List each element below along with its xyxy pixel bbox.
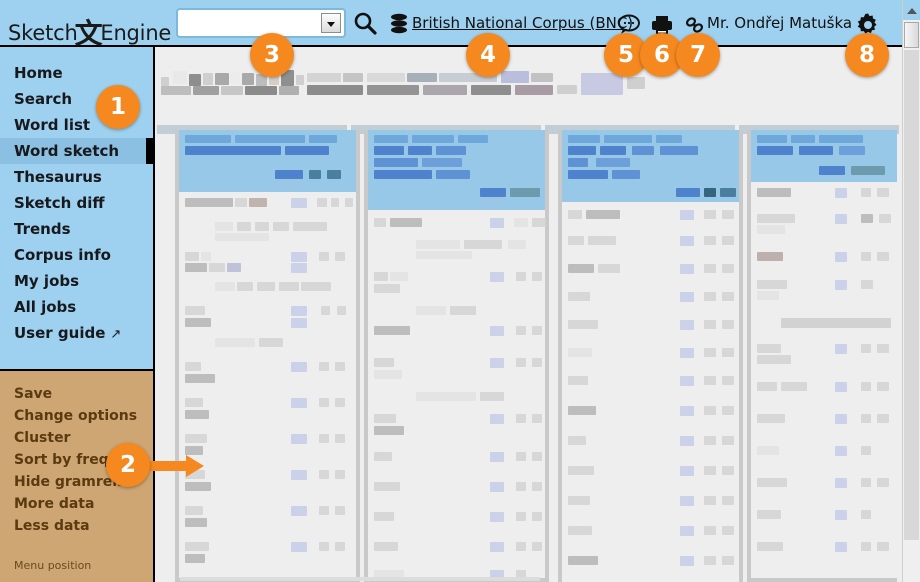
sidebar-item-user-guide[interactable]: User guide ↗ [0, 320, 153, 346]
callout-number: 1 [109, 94, 126, 120]
sidebar-item-label: Trends [14, 220, 71, 238]
menu-position-label[interactable]: Menu position [14, 559, 91, 572]
callout-badge-2: 2 [106, 443, 150, 487]
sidebar-item-my-jobs[interactable]: My jobs [0, 268, 153, 294]
callout-badge-3: 3 [250, 33, 294, 77]
logo-text-left: Sketch [8, 21, 78, 45]
scrollbar-thumb[interactable] [904, 22, 919, 48]
sidebar-item-label: Search [14, 90, 73, 108]
sidebar-item-label: Thesaurus [14, 168, 102, 186]
search-box[interactable] [176, 8, 346, 38]
callout-number: 7 [689, 42, 706, 68]
page-scrollbar[interactable] [902, 0, 920, 582]
logo-text-right: Engine [100, 21, 172, 45]
word-sketch-page: Sketch文Engine British National Corpus (B… [0, 0, 920, 582]
callout-badge-7: 7 [676, 33, 720, 77]
gramrel-column [747, 130, 897, 582]
logo-glyph: 文 [74, 17, 103, 50]
gramrel-column-header[interactable] [562, 130, 739, 202]
sidebar-item-label: User guide [14, 324, 106, 342]
gramrel-column [364, 130, 549, 582]
scrollbar-track[interactable] [904, 50, 919, 540]
sidebar-item-corpus-info[interactable]: Corpus info [0, 242, 153, 268]
action-label: Sort by freq [14, 452, 109, 468]
sidebar-item-trends[interactable]: Trends [0, 216, 153, 242]
word-sketch-content [157, 49, 902, 582]
callout-badge-4: 4 [466, 33, 510, 77]
sidebar-item-label: Corpus info [14, 246, 111, 264]
triangle-up-icon[interactable] [903, 0, 920, 20]
gramrel-column-header[interactable] [179, 130, 356, 192]
action-change-options[interactable]: Change options [0, 405, 153, 427]
action-label: More data [14, 496, 95, 512]
sidebar-item-label: Word sketch [14, 142, 120, 160]
action-label: Change options [14, 408, 138, 424]
content-bottom-edge [180, 577, 540, 581]
sidebar-item-all-jobs[interactable]: All jobs [0, 294, 153, 320]
sidebar-item-sketch-diff[interactable]: Sketch diff [0, 190, 153, 216]
callout-number: 6 [653, 42, 670, 68]
callout-number: 8 [858, 42, 875, 68]
sidebar-item-word-sketch[interactable]: Word sketch [0, 138, 153, 164]
search-icon[interactable] [352, 10, 378, 36]
action-more-data[interactable]: More data [0, 493, 153, 515]
action-less-data[interactable]: Less data [0, 515, 153, 537]
action-label: Cluster [14, 430, 71, 446]
search-input[interactable] [181, 13, 320, 35]
callout-badge-1: 1 [96, 85, 140, 129]
callout-number: 5 [617, 42, 634, 68]
top-bar: Sketch文Engine British National Corpus (B… [0, 0, 920, 50]
user-name[interactable]: Mr. Ondřej Matuška [707, 14, 852, 32]
action-label: Less data [14, 518, 90, 534]
sidebar-item-label: Word list [14, 116, 91, 134]
gramrel-column-header[interactable] [751, 130, 897, 182]
sidebar: Home Search Word list Word sketch Thesau… [0, 47, 155, 582]
gramrel-column [175, 130, 360, 582]
sidebar-item-label: My jobs [14, 272, 80, 290]
callout-arrow-2 [148, 455, 204, 477]
gramrel-column [558, 130, 743, 582]
chevron-down-icon[interactable] [321, 13, 341, 33]
database-icon [389, 13, 409, 35]
action-save[interactable]: Save [0, 383, 153, 405]
callout-number: 3 [263, 42, 280, 68]
corpus-name-link[interactable]: British National Corpus (BNC) [412, 14, 633, 36]
app-logo[interactable]: Sketch文Engine [8, 9, 171, 50]
callout-number: 2 [119, 452, 136, 478]
sidebar-item-label: Sketch diff [14, 194, 105, 212]
action-label: Save [14, 386, 53, 402]
sidebar-item-home[interactable]: Home [0, 60, 153, 86]
callout-badge-8: 8 [845, 33, 889, 77]
callout-number: 4 [479, 42, 496, 68]
sidebar-item-thesaurus[interactable]: Thesaurus [0, 164, 153, 190]
external-link-icon: ↗ [110, 327, 122, 342]
sidebar-item-label: Home [14, 64, 63, 82]
sidebar-item-label: All jobs [14, 298, 77, 316]
gramrel-column-header[interactable] [368, 130, 545, 210]
